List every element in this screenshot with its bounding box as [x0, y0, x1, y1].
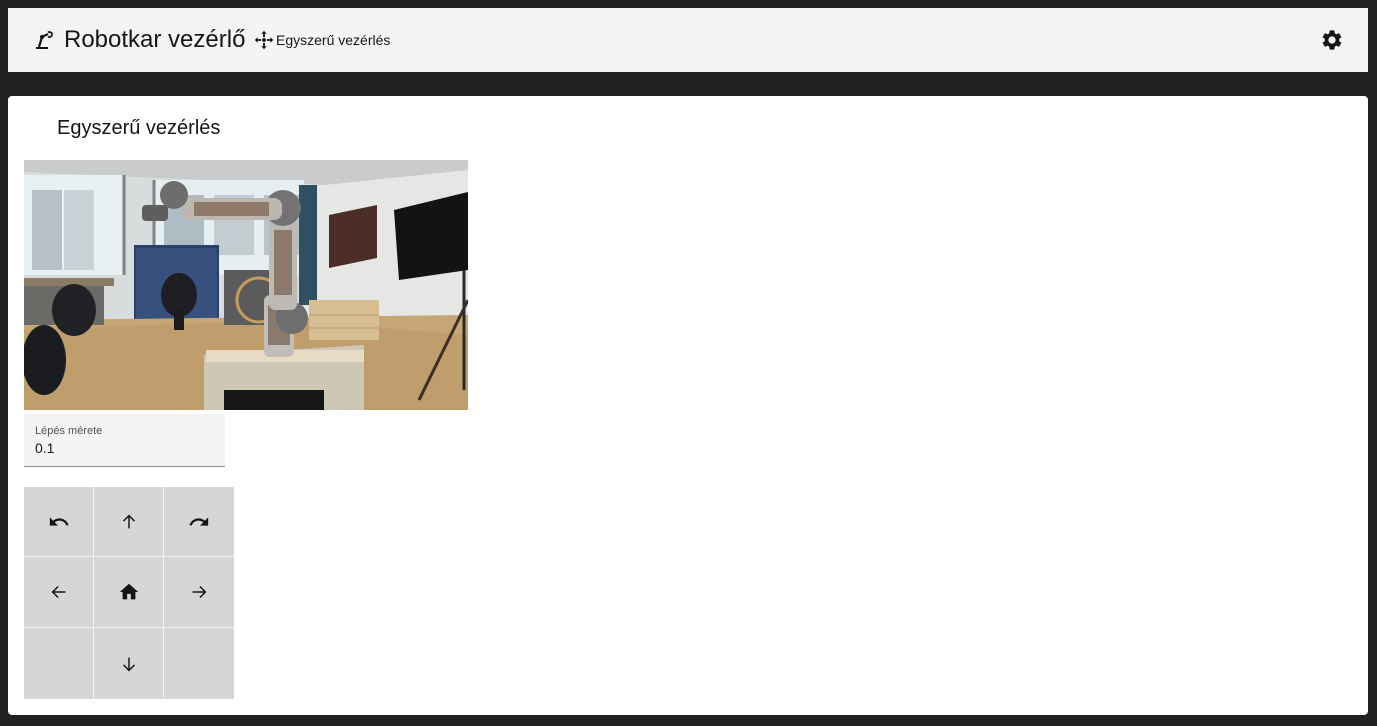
- home-icon: [119, 583, 138, 600]
- move-right-button[interactable]: [164, 557, 234, 628]
- move-down-button[interactable]: [94, 628, 164, 699]
- arrow-left-icon: [51, 585, 65, 599]
- move-up-button[interactable]: [94, 487, 164, 557]
- gear-icon[interactable]: [1320, 28, 1344, 52]
- step-size-label: Lépés mérete: [35, 425, 103, 437]
- nav-simple-control[interactable]: Egyszerű vezérlés: [253, 28, 390, 52]
- move-left-button[interactable]: [24, 557, 94, 628]
- arrow-right-icon: [192, 585, 207, 599]
- control-panel: Egyszerű vezérlés Lépés mérete 0.1: [8, 96, 1368, 715]
- move-arrows-icon: [254, 30, 274, 50]
- undo-icon: [49, 516, 69, 526]
- home-button[interactable]: [94, 557, 164, 628]
- panel-title: Egyszerű vezérlés: [57, 117, 221, 139]
- camera-feed-image: [24, 160, 468, 410]
- rotate-left-button[interactable]: [24, 487, 94, 557]
- app-title: Robotkar vezérlő: [64, 26, 246, 53]
- step-size-field[interactable]: Lépés mérete: [24, 414, 225, 467]
- redo-icon: [189, 516, 209, 526]
- app-header: Robotkar vezérlő Egyszerű vezérlés: [8, 8, 1368, 72]
- empty-pad-cell: [24, 628, 94, 699]
- rotate-right-button[interactable]: [164, 487, 234, 557]
- nav-simple-control-label: Egyszerű vezérlés: [276, 32, 391, 48]
- robot-arm-icon: [32, 28, 56, 52]
- arrow-up-icon: [122, 514, 135, 528]
- control-pad: [24, 487, 234, 699]
- step-size-input[interactable]: [35, 440, 215, 456]
- arrow-down-icon: [122, 657, 135, 671]
- empty-pad-cell: [164, 628, 234, 699]
